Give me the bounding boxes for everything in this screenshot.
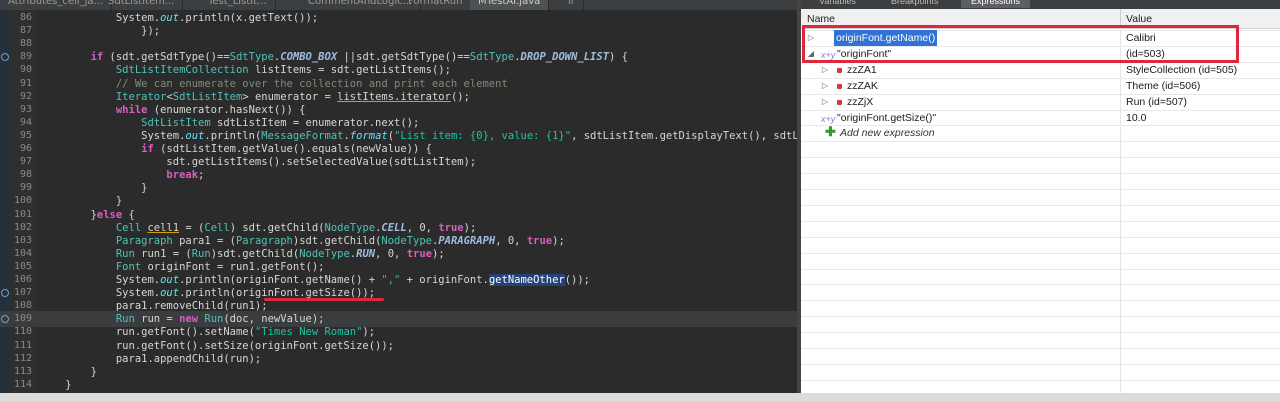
collapsed-twisty-icon[interactable]: ▷ [821,62,829,78]
private-field-icon [837,67,842,73]
panel-tabs: Variables Breakpoints Expressions [801,0,1280,9]
name-column-header[interactable]: Name [807,13,835,25]
breakpoint-marker-icon[interactable] [1,53,9,62]
editor-tab[interactable]: MTestAI.java [470,0,550,10]
add-expression-icon[interactable]: ✚ [825,125,837,138]
expression-row[interactable]: ▷ zzZjX Run (id=507) [801,94,1280,110]
expression-value: StyleCollection (id=505) [1126,63,1238,76]
panel-tab[interactable]: Breakpoints [881,0,949,8]
line-number: 114 [13,378,32,390]
panel-tab[interactable]: Variables [809,0,866,8]
code-line[interactable]: 114 } [0,377,797,393]
expression-value: Theme (id=506) [1126,79,1201,92]
expression-name[interactable]: zzZAK [847,78,878,94]
row-gridline [801,379,1280,381]
code-token: } [40,378,72,391]
editor-tab[interactable]: Test_ListIt... [200,0,276,10]
panel-tab[interactable]: Expressions [961,0,1031,8]
breakpoint-marker-icon[interactable] [1,289,9,298]
expression-row[interactable]: ✚ Add new expression [801,125,1280,141]
row-gridline [801,348,1280,349]
code-editor[interactable]: Attributes_cell_ja... SdtListItem... Test_… [0,0,797,393]
row-gridline [801,204,1280,206]
row-gridline [801,141,1280,143]
collapsed-twisty-icon[interactable]: ▷ [821,78,829,94]
value-column-header[interactable]: Value [1126,13,1152,25]
editor-tabs: Attributes_cell_ja... SdtListItem... Test_… [0,0,797,10]
row-gridline [801,268,1280,270]
expression-row[interactable]: ▷ zzZA1 StyleCollection (id=505) [801,62,1280,78]
row-gridline [801,284,1280,286]
row-gridline [801,252,1280,254]
expression-value: Run (id=507) [1126,95,1187,108]
add-new-expression[interactable]: Add new expression [840,125,935,141]
bottom-status-strip [0,393,1280,401]
row-gridline [801,332,1280,334]
expression-value: 10.0 [1126,111,1147,124]
expression-row[interactable]: ▷ zzZAK Theme (id=506) [801,78,1280,94]
row-gridline [801,157,1280,159]
row-gridline [801,189,1280,190]
expression-name[interactable]: zzZjX [847,94,873,110]
row-gridline [801,363,1280,365]
editor-tab[interactable]: FormatRun [400,0,472,10]
private-field-icon [837,99,842,105]
collapsed-twisty-icon[interactable]: ▷ [821,94,829,110]
row-gridline [801,220,1280,222]
row-gridline [801,173,1280,175]
row-gridline [801,236,1280,238]
expression-name[interactable]: zzZA1 [847,62,877,78]
watch-expression-icon: x+y [821,113,836,124]
red-annotation-underline [264,298,384,301]
editor-tab[interactable]: Attributes_cell_ja... [0,0,113,10]
editor-tab[interactable]: lr [560,0,584,10]
red-highlight-box [802,25,1239,63]
editor-tab[interactable]: SdtListItem... [100,0,184,10]
expression-name[interactable]: "originFont.getSize()" [837,110,936,126]
code-text: } [40,377,72,393]
expression-row[interactable]: x+y "originFont.getSize()" 10.0 [801,110,1280,126]
row-gridline [801,300,1280,302]
private-field-icon [837,83,842,89]
breakpoint-marker-icon[interactable] [1,315,9,324]
row-gridline [801,316,1280,318]
